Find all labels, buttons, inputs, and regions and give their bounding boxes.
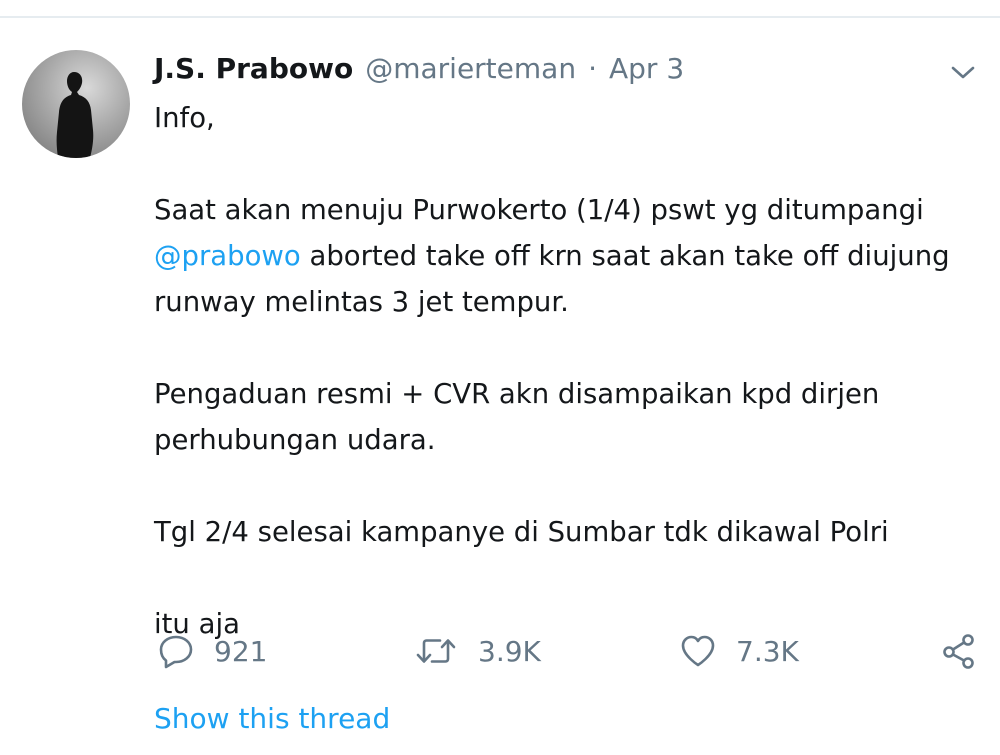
tweet-spacer [154, 141, 974, 187]
separator-dot: · [588, 52, 597, 85]
retweet-count: 3.9K [478, 634, 541, 668]
tweet-spacer [154, 555, 974, 601]
tweet-paragraph-2: Pengaduan resmi + CVR akn disampaikan kp… [154, 378, 880, 456]
share-button[interactable] [940, 628, 980, 674]
tweet-date[interactable]: Apr 3 [609, 52, 684, 85]
reply-button[interactable]: 921 [156, 628, 267, 674]
like-count: 7.3K [736, 634, 799, 668]
tweet-text: Info, Saat akan menuju Purwokerto (1/4) … [154, 95, 974, 647]
tweet-paragraph-1: Saat akan menuju Purwokerto (1/4) pswt y… [154, 187, 974, 325]
mention-link[interactable]: @prabowo [154, 240, 301, 272]
like-button[interactable]: 7.3K [678, 628, 799, 674]
retweet-button[interactable]: 3.9K [414, 628, 541, 674]
tweet-spacer [154, 325, 974, 371]
show-thread-link[interactable]: Show this thread [154, 702, 390, 735]
share-icon [943, 634, 974, 669]
tweet-actions: 921 3.9K 7.3K [0, 628, 1000, 674]
avatar-silhouette [56, 72, 94, 158]
more-options-button[interactable] [946, 58, 980, 86]
heart-icon [681, 635, 715, 667]
avatar[interactable] [22, 50, 130, 158]
display-name[interactable]: J.S. Prabowo [154, 52, 353, 85]
user-handle[interactable]: @marierteman [365, 52, 576, 85]
tweet-paragraph-1-start: Saat akan menuju Purwokerto (1/4) pswt y… [154, 194, 924, 226]
reply-count: 921 [214, 634, 268, 668]
tweet-paragraph-3: Tgl 2/4 selesai kampanye di Sumbar tdk d… [154, 516, 889, 548]
reply-icon [159, 635, 193, 669]
retweet-icon [416, 639, 456, 663]
chevron-down-icon [951, 66, 975, 79]
tweet-spacer [154, 463, 974, 509]
tweet-line-info: Info, [154, 102, 215, 134]
tweet-header: J.S. Prabowo @marierteman · Apr 3 [154, 52, 684, 92]
tweet: J.S. Prabowo @marierteman · Apr 3 Info, … [0, 0, 1000, 755]
